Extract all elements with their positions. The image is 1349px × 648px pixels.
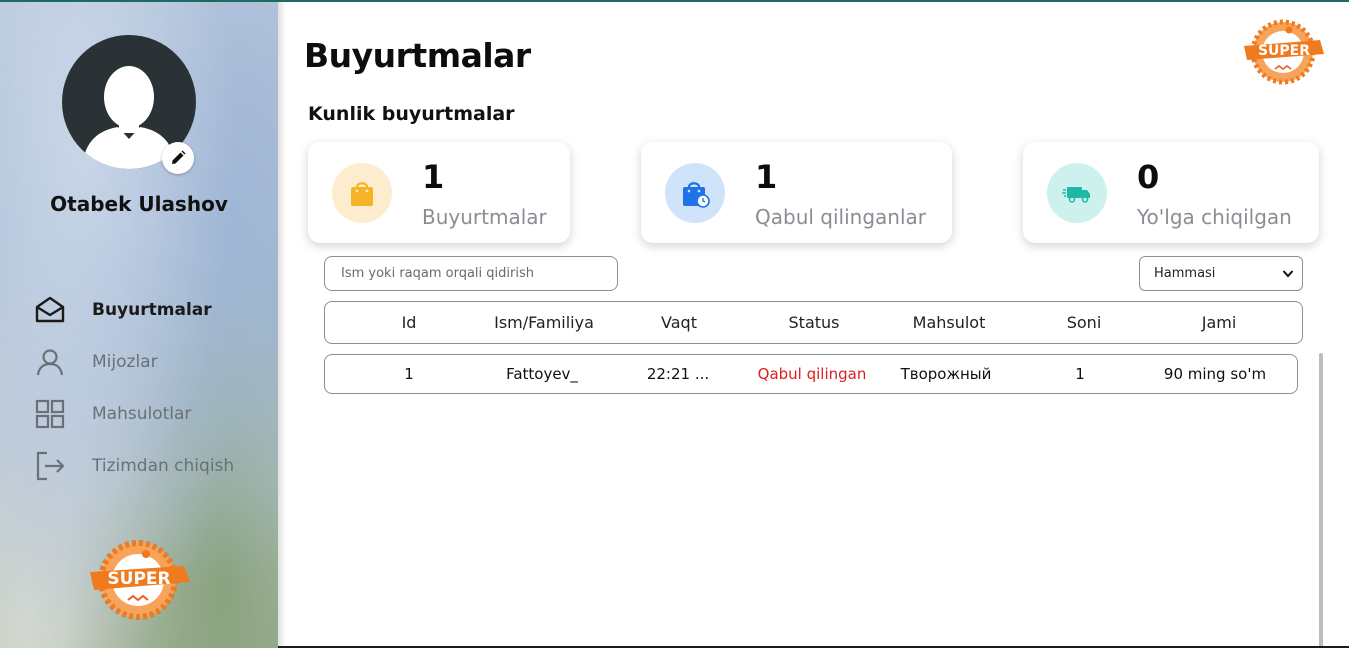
cell-status: Qabul qilingan bbox=[757, 365, 867, 383]
table-row[interactable]: 1 Fattoyev_ 22:21 ... Qabul qilingan Тво… bbox=[324, 354, 1298, 394]
column-header-time: Vaqt bbox=[661, 313, 697, 332]
bag-clock-icon bbox=[665, 163, 725, 223]
envelope-open-icon bbox=[34, 294, 66, 326]
pencil-icon bbox=[172, 150, 186, 164]
cell-name: Fattoyev_ bbox=[506, 365, 578, 383]
chevron-down-icon bbox=[1282, 270, 1294, 278]
cell-product: Творожный bbox=[900, 365, 992, 383]
user-name: Otabek Ulashov bbox=[50, 192, 228, 216]
edit-avatar-button[interactable] bbox=[162, 142, 194, 174]
sidebar-item-mijozlar[interactable]: Mijozlar bbox=[34, 336, 274, 388]
table-scrollbar[interactable] bbox=[1319, 353, 1323, 648]
column-header-name: Ism/Familiya bbox=[494, 313, 594, 332]
sidebar-item-buyurtmalar[interactable]: Buyurtmalar bbox=[34, 284, 274, 336]
stat-label: Yo'lga chiqilgan bbox=[1137, 205, 1292, 229]
logout-icon bbox=[34, 450, 66, 482]
svg-text:SUPER: SUPER bbox=[107, 569, 170, 589]
column-header-total: Jami bbox=[1201, 313, 1237, 332]
stat-value: 1 bbox=[755, 158, 778, 196]
sidebar-shadow bbox=[278, 0, 286, 648]
cell-total: 90 ming so'm bbox=[1163, 365, 1267, 383]
cell-id: 1 bbox=[404, 365, 414, 383]
column-header-count: Soni bbox=[1066, 313, 1102, 332]
search-input[interactable] bbox=[324, 256, 618, 291]
sidebar-item-label: Buyurtmalar bbox=[92, 300, 212, 320]
sidebar-item-label: Tizimdan chiqish bbox=[92, 456, 235, 476]
sidebar-item-label: Mahsulotlar bbox=[92, 404, 192, 424]
svg-text:SUPER: SUPER bbox=[1258, 43, 1310, 59]
table-header: Id Ism/Familiya Vaqt Status Mahsulot Son… bbox=[324, 301, 1303, 344]
column-header-status: Status bbox=[788, 313, 840, 332]
sidebar-item-mahsulotlar[interactable]: Mahsulotlar bbox=[34, 388, 274, 440]
sidebar-nav: Buyurtmalar Mijozlar Mahsulotlar Tizimda… bbox=[34, 284, 274, 492]
stat-value: 1 bbox=[422, 158, 445, 196]
column-header-id: Id bbox=[401, 313, 417, 332]
status-filter-value: Hammasi bbox=[1154, 266, 1216, 281]
delivery-truck-icon bbox=[1047, 163, 1107, 223]
user-icon bbox=[34, 346, 66, 378]
stat-card-shipped: 0 Yo'lga chiqilgan bbox=[1023, 142, 1319, 243]
stat-card-accepted: 1 Qabul qilinganlar bbox=[641, 142, 952, 243]
cell-time: 22:21 ... bbox=[646, 365, 710, 383]
column-header-product: Mahsulot bbox=[912, 313, 986, 332]
stat-value: 0 bbox=[1137, 158, 1160, 196]
stat-label: Qabul qilinganlar bbox=[755, 205, 926, 229]
top-accent-line bbox=[0, 0, 1349, 2]
page-title: Buyurtmalar bbox=[304, 36, 531, 75]
stat-label: Buyurtmalar bbox=[422, 205, 547, 229]
super-logo: SUPER bbox=[1242, 18, 1326, 90]
sidebar-item-label: Mijozlar bbox=[92, 352, 158, 372]
sidebar-item-tizimdan-chiqish[interactable]: Tizimdan chiqish bbox=[34, 440, 274, 492]
sidebar: Otabek Ulashov Buyurtmalar Mijozlar Mahs… bbox=[0, 0, 278, 648]
grid-icon bbox=[34, 398, 66, 430]
cell-count: 1 bbox=[1075, 365, 1085, 383]
super-logo: SUPER bbox=[88, 538, 192, 624]
shopping-bag-icon bbox=[332, 163, 392, 223]
status-filter-select[interactable]: Hammasi bbox=[1139, 256, 1303, 291]
section-title-daily-orders: Kunlik buyurtmalar bbox=[308, 103, 515, 125]
stat-card-orders: 1 Buyurtmalar bbox=[308, 142, 570, 243]
